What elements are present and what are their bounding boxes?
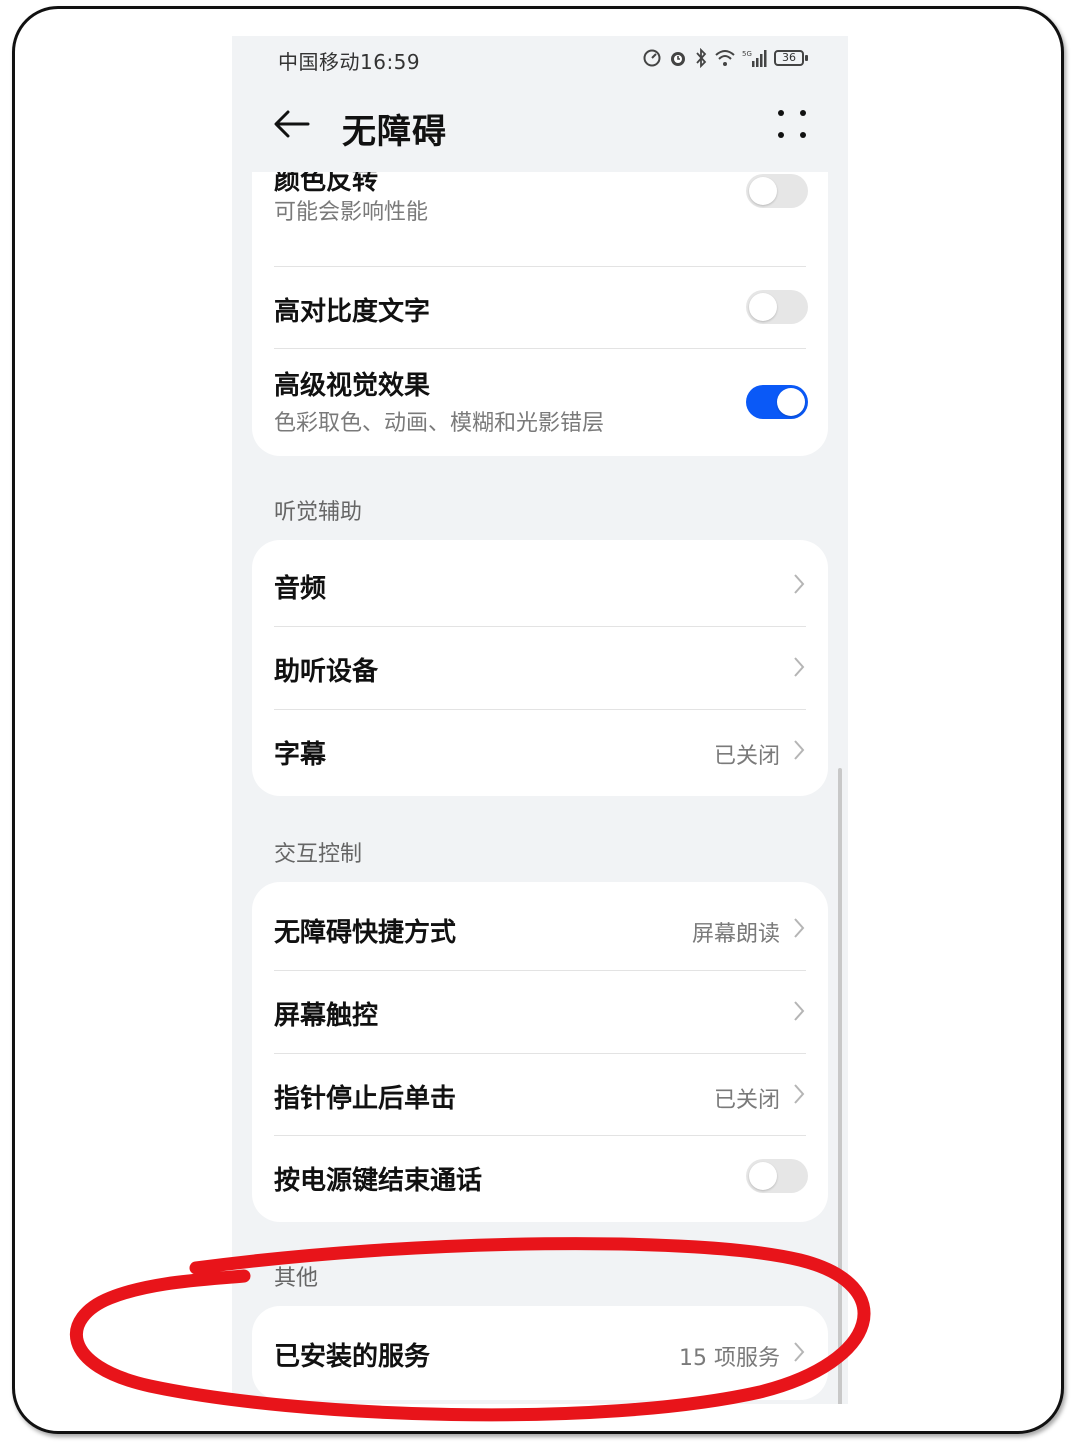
row-title: 无障碍快捷方式 (274, 918, 457, 948)
chevron-right-icon (794, 740, 805, 760)
app-bar: 无障碍 (232, 80, 848, 172)
chevron-right-icon (794, 1084, 805, 1104)
row-title: 屏幕触控 (274, 1001, 379, 1031)
page-title: 无障碍 (342, 112, 447, 152)
chevron-right-icon (794, 1342, 805, 1362)
svg-text:5G: 5G (742, 50, 752, 58)
row-title: 助听设备 (274, 657, 379, 687)
back-button[interactable] (270, 102, 314, 146)
hearing-card: 音频 助听设备 字幕 已关闭 (252, 540, 828, 796)
row-title: 字幕 (274, 740, 327, 770)
chevron-right-icon (794, 1001, 805, 1021)
row-title: 高级视觉效果 (274, 371, 431, 401)
row-title: 指针停止后单击 (274, 1084, 457, 1114)
battery-icon: 36 (774, 50, 808, 66)
interaction-card: 无障碍快捷方式 屏幕朗读 屏幕触控 指针停止后单击 已关闭 按电源键结束通话 (252, 882, 828, 1222)
chevron-right-icon (794, 918, 805, 938)
list-item-screen-touch[interactable]: 屏幕触控 (252, 971, 828, 1053)
chevron-right-icon (794, 574, 805, 594)
other-card: 已安装的服务 15 项服务 (252, 1306, 828, 1400)
row-subtitle: 可能会影响性能 (274, 200, 429, 225)
row-title: 高对比度文字 (274, 297, 431, 327)
phone-screen: 中国移动16:59 5G 36 无障碍 颜色反转 可能会影响性能 高对比度文字 … (232, 36, 848, 1404)
row-value: 已关闭 (713, 744, 780, 769)
list-item-high-contrast-text[interactable]: 高对比度文字 (252, 267, 828, 347)
bluetooth-icon (696, 48, 707, 68)
row-value: 15 项服务 (679, 1346, 780, 1371)
chevron-right-icon (794, 657, 805, 677)
row-title: 已安装的服务 (274, 1342, 431, 1372)
color-inversion-toggle[interactable] (746, 174, 808, 208)
status-icons: 5G 36 (642, 46, 808, 70)
list-item-audio[interactable]: 音频 (252, 540, 828, 626)
wifi-icon (715, 50, 735, 66)
list-item-installed-services[interactable]: 已安装的服务 15 项服务 (252, 1306, 828, 1400)
list-item-power-key-end-call[interactable]: 按电源键结束通话 (252, 1136, 828, 1222)
speedometer-icon (643, 49, 661, 67)
row-title: 音频 (274, 574, 327, 604)
section-label-other: 其他 (274, 1266, 319, 1291)
list-item-accessibility-shortcut[interactable]: 无障碍快捷方式 屏幕朗读 (252, 882, 828, 968)
carrier-time: 中国移动16:59 (278, 50, 421, 74)
more-options-button[interactable] (776, 108, 808, 140)
list-item-color-inversion[interactable]: 颜色反转 可能会影响性能 (252, 172, 828, 266)
list-item-dwell-click[interactable]: 指针停止后单击 已关闭 (252, 1054, 828, 1136)
scrollbar[interactable] (838, 768, 842, 1404)
display-card: 颜色反转 可能会影响性能 高对比度文字 高级视觉效果 色彩取色、动画、模糊和光影… (252, 172, 828, 456)
list-item-advanced-visual-effects[interactable]: 高级视觉效果 色彩取色、动画、模糊和光影错层 (252, 349, 828, 455)
section-label-interaction: 交互控制 (274, 842, 363, 867)
list-item-hearing-devices[interactable]: 助听设备 (252, 627, 828, 709)
high-contrast-text-toggle[interactable] (746, 290, 808, 324)
row-value: 已关闭 (713, 1088, 780, 1113)
list-item-captions[interactable]: 字幕 已关闭 (252, 710, 828, 796)
settings-list[interactable]: 颜色反转 可能会影响性能 高对比度文字 高级视觉效果 色彩取色、动画、模糊和光影… (232, 172, 848, 1404)
power-key-end-call-toggle[interactable] (746, 1159, 808, 1193)
row-title: 按电源键结束通话 (274, 1166, 483, 1196)
row-subtitle: 色彩取色、动画、模糊和光影错层 (274, 411, 605, 436)
status-bar: 中国移动16:59 5G 36 (232, 36, 848, 80)
section-label-hearing: 听觉辅助 (274, 500, 363, 525)
alarm-icon (671, 52, 685, 66)
signal-icon: 5G (742, 50, 767, 67)
row-value: 屏幕朗读 (691, 922, 780, 947)
advanced-visual-effects-toggle[interactable] (746, 385, 808, 419)
